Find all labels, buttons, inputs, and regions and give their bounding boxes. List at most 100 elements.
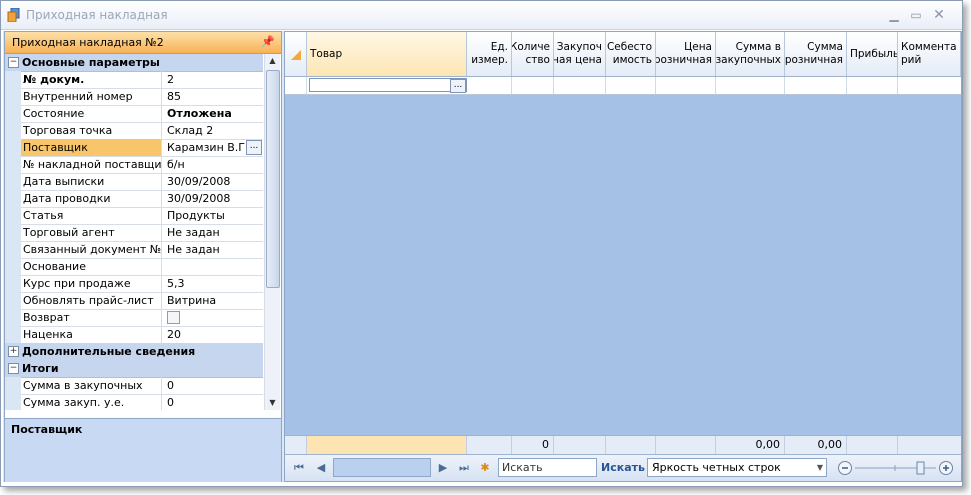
property-name: Дата выписки <box>21 173 162 190</box>
property-name: Торговый агент <box>21 224 162 241</box>
column-header-profit[interactable]: Прибыль <box>847 32 898 76</box>
property-name: Связанный документ № <box>23 241 162 258</box>
property-value[interactable]: Склад 2 <box>163 122 263 139</box>
property-value[interactable]: 20 <box>163 326 263 343</box>
scroll-up-icon[interactable]: ▲ <box>265 54 280 68</box>
tovar-ellipsis-button[interactable]: ... <box>450 79 466 93</box>
next-record-icon[interactable]: ▶ <box>435 460 451 476</box>
property-value[interactable]: Продукты <box>163 207 263 224</box>
column-header-purchase-price[interactable]: Закупоч ная цена <box>554 32 606 76</box>
column-header-comment[interactable]: Коммента рий <box>898 32 961 76</box>
footer-quantity-total: 0 <box>512 436 554 454</box>
property-row[interactable]: Торговый агент Не задан <box>5 224 263 242</box>
app-icon <box>7 8 20 22</box>
scroll-down-icon[interactable]: ▼ <box>265 396 280 410</box>
pin-icon[interactable]: 📌 <box>261 35 275 48</box>
scroll-thumb[interactable] <box>266 70 280 288</box>
property-value[interactable]: 5,3 <box>163 275 263 292</box>
property-row[interactable]: Обновлять прайс-лист Витрина <box>5 292 263 310</box>
property-name: Состояние <box>21 105 162 122</box>
column-header-retail-price[interactable]: Цена розничная <box>656 32 716 76</box>
property-row[interactable]: Связанный документ № Не задан <box>5 241 263 259</box>
last-record-icon[interactable]: ⏭ <box>456 460 472 476</box>
search-input[interactable]: Искать <box>498 458 597 477</box>
category-extra-label: Дополнительные сведения <box>22 345 196 358</box>
property-row[interactable]: Дата проводки 30/09/2008 <box>5 190 263 208</box>
property-value[interactable]: 30/09/2008 <box>163 190 263 207</box>
category-main-label: Основные параметры <box>22 56 160 69</box>
collapse-icon[interactable]: − <box>8 363 19 374</box>
column-header-tovar[interactable]: Товар <box>307 32 467 76</box>
column-header-unit[interactable]: Ед. измер. <box>467 32 512 76</box>
tovar-input[interactable]: ... <box>309 78 467 93</box>
property-value[interactable]: Не задан <box>163 241 263 258</box>
category-totals-label: Итоги <box>22 362 59 375</box>
row-style-combo-value: Яркость четных строк <box>652 461 781 474</box>
title-bar: Приходная накладная ▁ ▭ ✕ <box>1 1 962 30</box>
items-grid: Товар Ед. измер. Количе ство Закупоч ная… <box>284 31 962 482</box>
property-row[interactable]: Торговая точка Склад 2 <box>5 122 263 140</box>
property-name: № докум. <box>21 71 162 88</box>
row-style-combo[interactable]: Яркость четных строк ▼ <box>647 458 827 477</box>
grid-corner[interactable] <box>285 32 307 76</box>
main-window: Приходная накладная ▁ ▭ ✕ Приходная накл… <box>0 0 963 487</box>
category-extra[interactable]: + Дополнительные сведения <box>5 343 263 361</box>
property-value[interactable]: Не задан <box>163 224 263 241</box>
new-item-row[interactable]: ... <box>285 77 961 95</box>
property-value <box>163 309 263 326</box>
return-checkbox[interactable] <box>167 311 180 324</box>
column-header-cost[interactable]: Себесто имость <box>606 32 656 76</box>
corner-triangle-icon <box>291 50 301 60</box>
property-row[interactable]: Курс при продаже 5,3 <box>5 275 263 293</box>
search-button[interactable]: Искать <box>601 458 645 477</box>
property-row[interactable]: № накладной поставщика б/н <box>5 156 263 174</box>
ellipsis-button[interactable]: ... <box>246 140 262 155</box>
close-icon[interactable]: ✕ <box>930 6 948 24</box>
property-row[interactable]: Внутренний номер 85 <box>5 88 263 106</box>
property-grid: − Основные параметры № докум. 2 Внутренн… <box>5 54 263 410</box>
property-row[interactable]: Статья Продукты <box>5 207 263 225</box>
property-value[interactable]: 30/09/2008 <box>163 173 263 190</box>
property-name: Сумма в закупочных <box>21 377 162 394</box>
property-value[interactable]: 0 <box>163 394 263 410</box>
property-value[interactable]: б/н <box>163 156 263 173</box>
property-row[interactable]: Возврат <box>5 309 263 327</box>
property-value[interactable]: 0 <box>163 377 263 394</box>
property-value[interactable]: Витрина <box>163 292 263 309</box>
property-scrollbar[interactable]: ▲ ▼ <box>264 54 280 410</box>
prev-record-icon[interactable]: ◀ <box>313 460 329 476</box>
expand-icon[interactable]: + <box>8 346 19 357</box>
collapse-icon[interactable]: − <box>8 57 19 68</box>
property-value[interactable]: 85 <box>163 88 263 105</box>
property-row[interactable]: Состояние Отложена <box>5 105 263 123</box>
property-row[interactable]: Сумма в закупочных 0 <box>5 377 263 395</box>
dropdown-arrow-icon[interactable]: ▼ <box>817 459 823 476</box>
property-name: Возврат <box>21 309 162 326</box>
property-row[interactable]: Наценка 20 <box>5 326 263 344</box>
category-totals[interactable]: − Итоги <box>5 360 263 378</box>
property-name: Дата проводки <box>21 190 162 207</box>
column-header-purchase-sum[interactable]: Сумма в закупочных <box>716 32 785 76</box>
category-main[interactable]: − Основные параметры <box>5 54 263 72</box>
property-row[interactable]: Дата выписки 30/09/2008 <box>5 173 263 191</box>
zoom-slider[interactable] <box>837 459 955 477</box>
maximize-icon[interactable]: ▭ <box>907 6 925 24</box>
first-record-icon[interactable]: ⏮ <box>291 460 307 476</box>
property-name: Поставщик <box>21 139 162 156</box>
property-value[interactable]: 2 <box>163 71 263 88</box>
property-name: Статья <box>21 207 162 224</box>
property-row-selected[interactable]: Поставщик Карамзин В.Г. ... <box>5 139 263 157</box>
property-value[interactable]: Отложена <box>163 105 263 122</box>
minimize-icon[interactable]: ▁ <box>885 6 903 24</box>
property-row[interactable]: Сумма закуп. у.е. 0 <box>5 394 263 410</box>
property-name: Наценка <box>21 326 162 343</box>
column-header-quantity[interactable]: Количе ство <box>512 32 554 76</box>
property-value[interactable] <box>163 258 263 275</box>
property-name: Внутренний номер <box>21 88 162 105</box>
property-row[interactable]: Основание <box>5 258 263 276</box>
column-header-retail-sum[interactable]: Сумма розничная <box>785 32 847 76</box>
property-name: Торговая точка <box>21 122 162 139</box>
new-record-icon[interactable]: ✱ <box>477 460 493 476</box>
property-row[interactable]: № докум. 2 <box>5 71 263 89</box>
record-position-field[interactable] <box>333 458 431 477</box>
